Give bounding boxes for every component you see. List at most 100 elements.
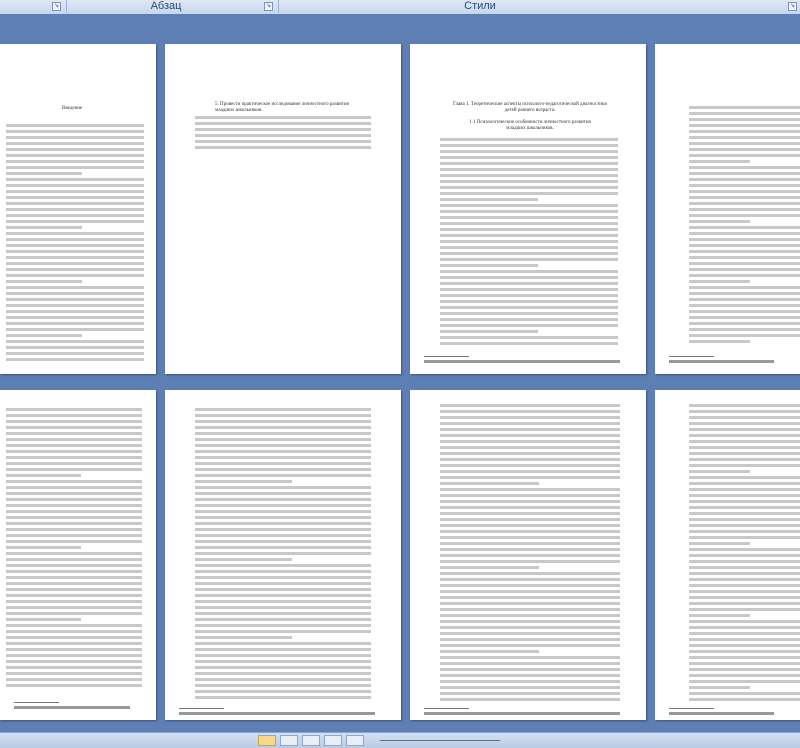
text-line — [689, 536, 800, 539]
text-line — [689, 452, 800, 455]
document-page-3[interactable]: Глава 1. Теоретические аспекты психолого… — [410, 44, 646, 374]
text-line — [689, 106, 800, 109]
text-line — [689, 608, 800, 611]
document-page-1[interactable]: Введение — [0, 44, 156, 374]
text-line — [440, 590, 620, 593]
text-line — [6, 244, 144, 247]
text-line — [6, 304, 144, 307]
page-heading: Введение — [62, 106, 83, 111]
text-line — [689, 638, 800, 641]
document-page-7[interactable] — [410, 390, 646, 720]
text-line — [440, 422, 620, 425]
draft-view-button[interactable] — [346, 735, 364, 746]
outline-view-button[interactable] — [324, 735, 342, 746]
text-line — [6, 202, 144, 205]
text-line — [689, 154, 800, 157]
text-line — [689, 668, 800, 671]
text-line — [6, 142, 144, 145]
text-line — [195, 492, 371, 495]
text-line — [6, 208, 144, 211]
text-line — [195, 612, 371, 615]
text-line — [6, 160, 144, 163]
text-line — [440, 698, 620, 701]
text-line — [6, 220, 144, 223]
text-line — [440, 602, 620, 605]
text-line — [689, 268, 800, 271]
text-line — [440, 246, 618, 249]
text-line — [6, 546, 81, 549]
text-line — [6, 358, 144, 361]
text-line — [6, 214, 144, 217]
text-line — [689, 298, 800, 301]
footnote-line — [179, 712, 375, 715]
text-line — [689, 232, 800, 235]
text-line — [195, 146, 371, 149]
text-line — [440, 452, 620, 455]
text-line — [689, 488, 800, 491]
text-line — [195, 630, 371, 633]
ribbon-separator — [66, 0, 67, 13]
full-screen-view-button[interactable] — [280, 735, 298, 746]
text-line — [440, 144, 618, 147]
text-line — [195, 672, 371, 675]
text-line — [689, 196, 800, 199]
text-line — [6, 450, 142, 453]
document-page-6[interactable] — [165, 390, 401, 720]
text-line — [689, 626, 800, 629]
text-line — [195, 666, 371, 669]
text-line — [440, 662, 620, 665]
text-line — [689, 440, 800, 443]
text-line — [6, 292, 144, 295]
text-line — [689, 548, 800, 551]
zoom-slider[interactable] — [380, 740, 500, 741]
web-layout-view-button[interactable] — [302, 735, 320, 746]
text-line — [440, 524, 620, 527]
text-line — [195, 564, 371, 567]
text-line — [689, 644, 800, 647]
text-line — [6, 582, 142, 585]
text-line — [6, 184, 144, 187]
text-line — [689, 124, 800, 127]
text-line — [689, 680, 800, 683]
text-line — [440, 186, 618, 189]
text-line — [440, 554, 620, 557]
text-line — [689, 112, 800, 115]
document-workspace[interactable]: Введение 5. Провести практическое исслед… — [0, 14, 800, 732]
text-line — [195, 594, 371, 597]
text-line — [195, 522, 371, 525]
text-line — [6, 166, 144, 169]
font-dialog-launcher-icon[interactable]: ↘ — [52, 2, 61, 11]
text-line — [6, 340, 144, 343]
print-layout-view-button[interactable] — [258, 735, 276, 746]
footnote-line — [14, 706, 130, 709]
text-line — [6, 558, 142, 561]
text-line — [689, 566, 800, 569]
text-line — [440, 270, 618, 273]
text-line — [689, 446, 800, 449]
text-line — [6, 642, 142, 645]
text-line — [6, 612, 142, 615]
text-line — [689, 238, 800, 241]
document-page-4[interactable] — [655, 44, 800, 374]
text-line — [440, 156, 618, 159]
text-line — [689, 142, 800, 145]
text-line — [6, 346, 144, 349]
footnote-line — [669, 360, 774, 363]
paragraph-dialog-launcher-icon[interactable]: ↘ — [264, 2, 273, 11]
text-line — [689, 274, 800, 277]
text-line — [6, 310, 144, 313]
document-page-2[interactable]: 5. Провести практическое исследование ли… — [165, 44, 401, 374]
text-line — [689, 614, 751, 617]
document-page-5[interactable] — [0, 390, 156, 720]
text-line — [6, 504, 142, 507]
styles-dialog-launcher-icon[interactable]: ↘ — [788, 2, 797, 11]
text-line — [195, 450, 371, 453]
document-page-8[interactable] — [655, 390, 800, 720]
text-line — [440, 138, 618, 141]
text-line — [6, 316, 144, 319]
text-line — [195, 426, 371, 429]
text-line — [440, 572, 620, 575]
text-line — [440, 324, 618, 327]
footnote-rule — [14, 702, 59, 703]
text-line — [689, 494, 800, 497]
